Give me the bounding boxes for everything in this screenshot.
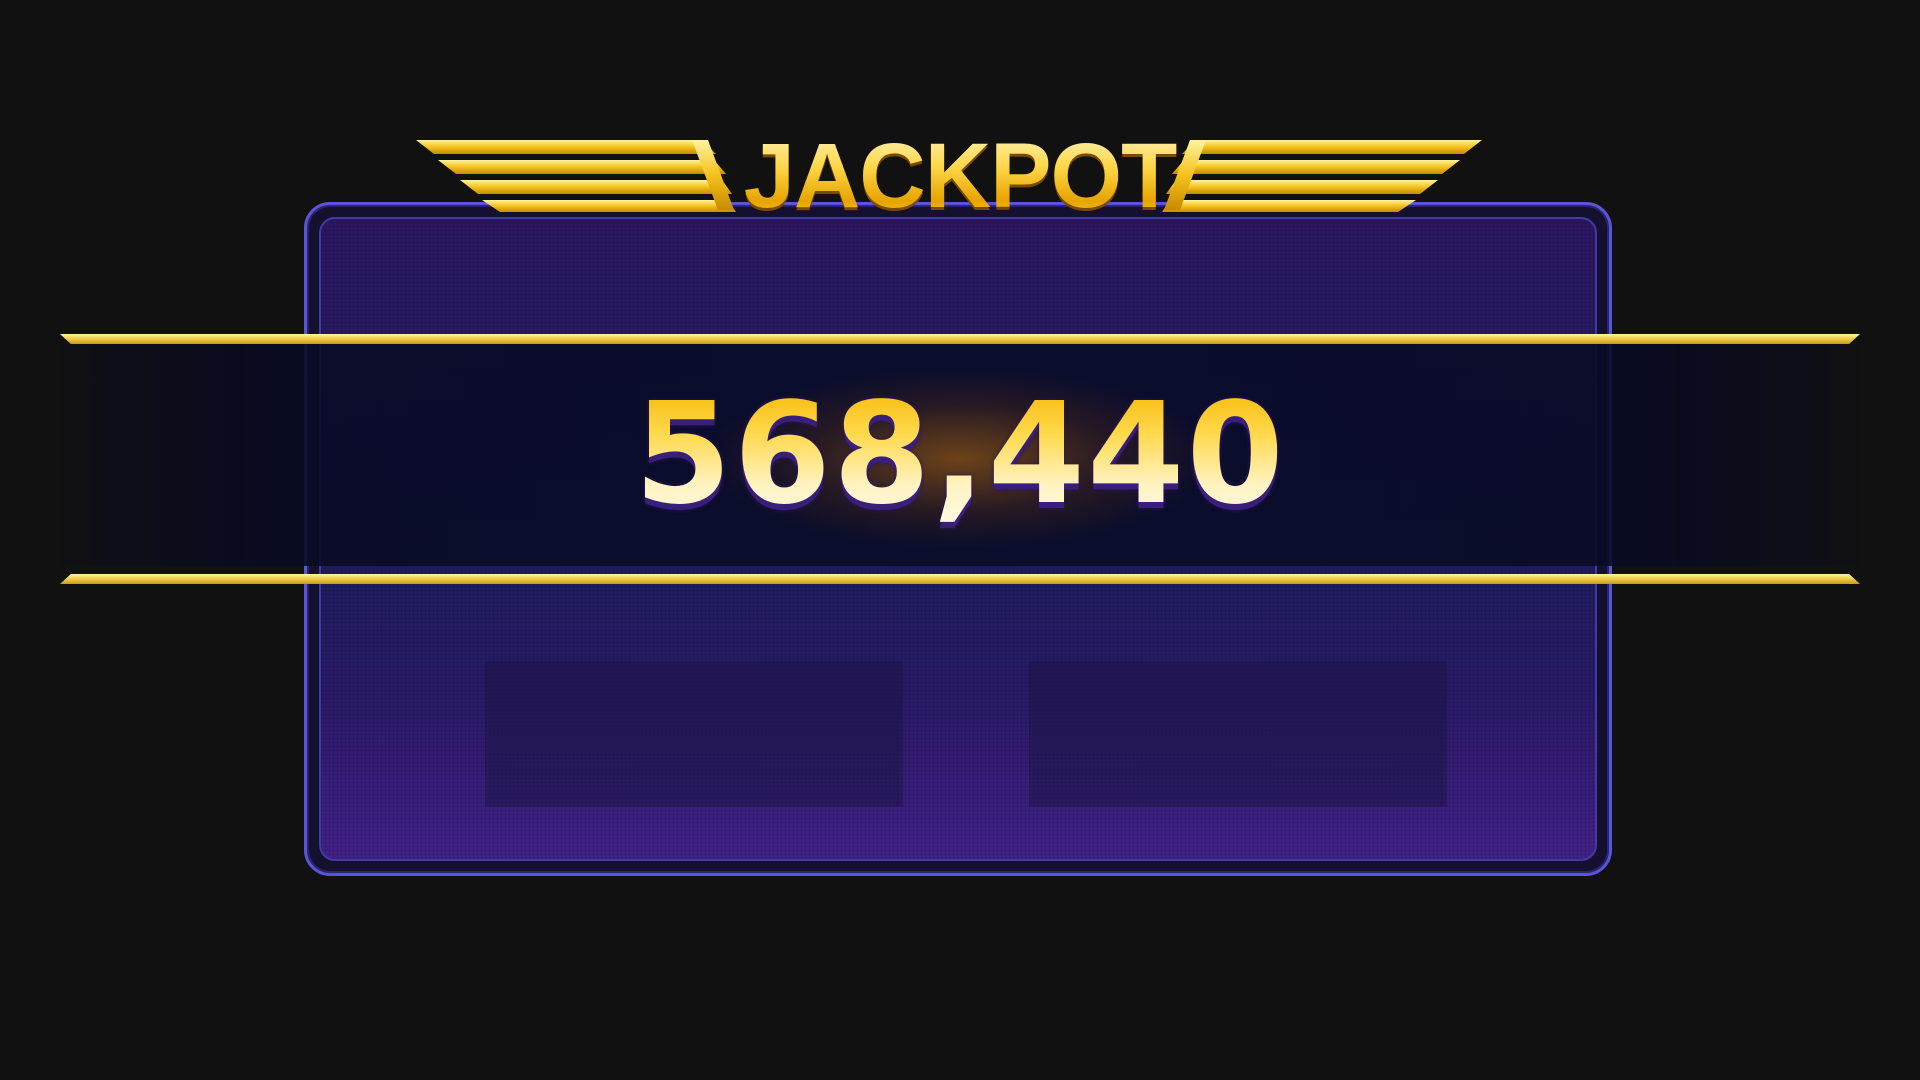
band-bottom-gold-line <box>60 574 1860 584</box>
game-screen: 568,440 JACKPOT <box>0 0 1920 1080</box>
jackpot-title: JACKPOT <box>0 126 1920 226</box>
right-empty-slot <box>1029 661 1447 807</box>
band-top-gold-line <box>60 334 1860 344</box>
jackpot-amount: 568,440 <box>0 380 1920 530</box>
left-empty-slot <box>485 661 903 807</box>
